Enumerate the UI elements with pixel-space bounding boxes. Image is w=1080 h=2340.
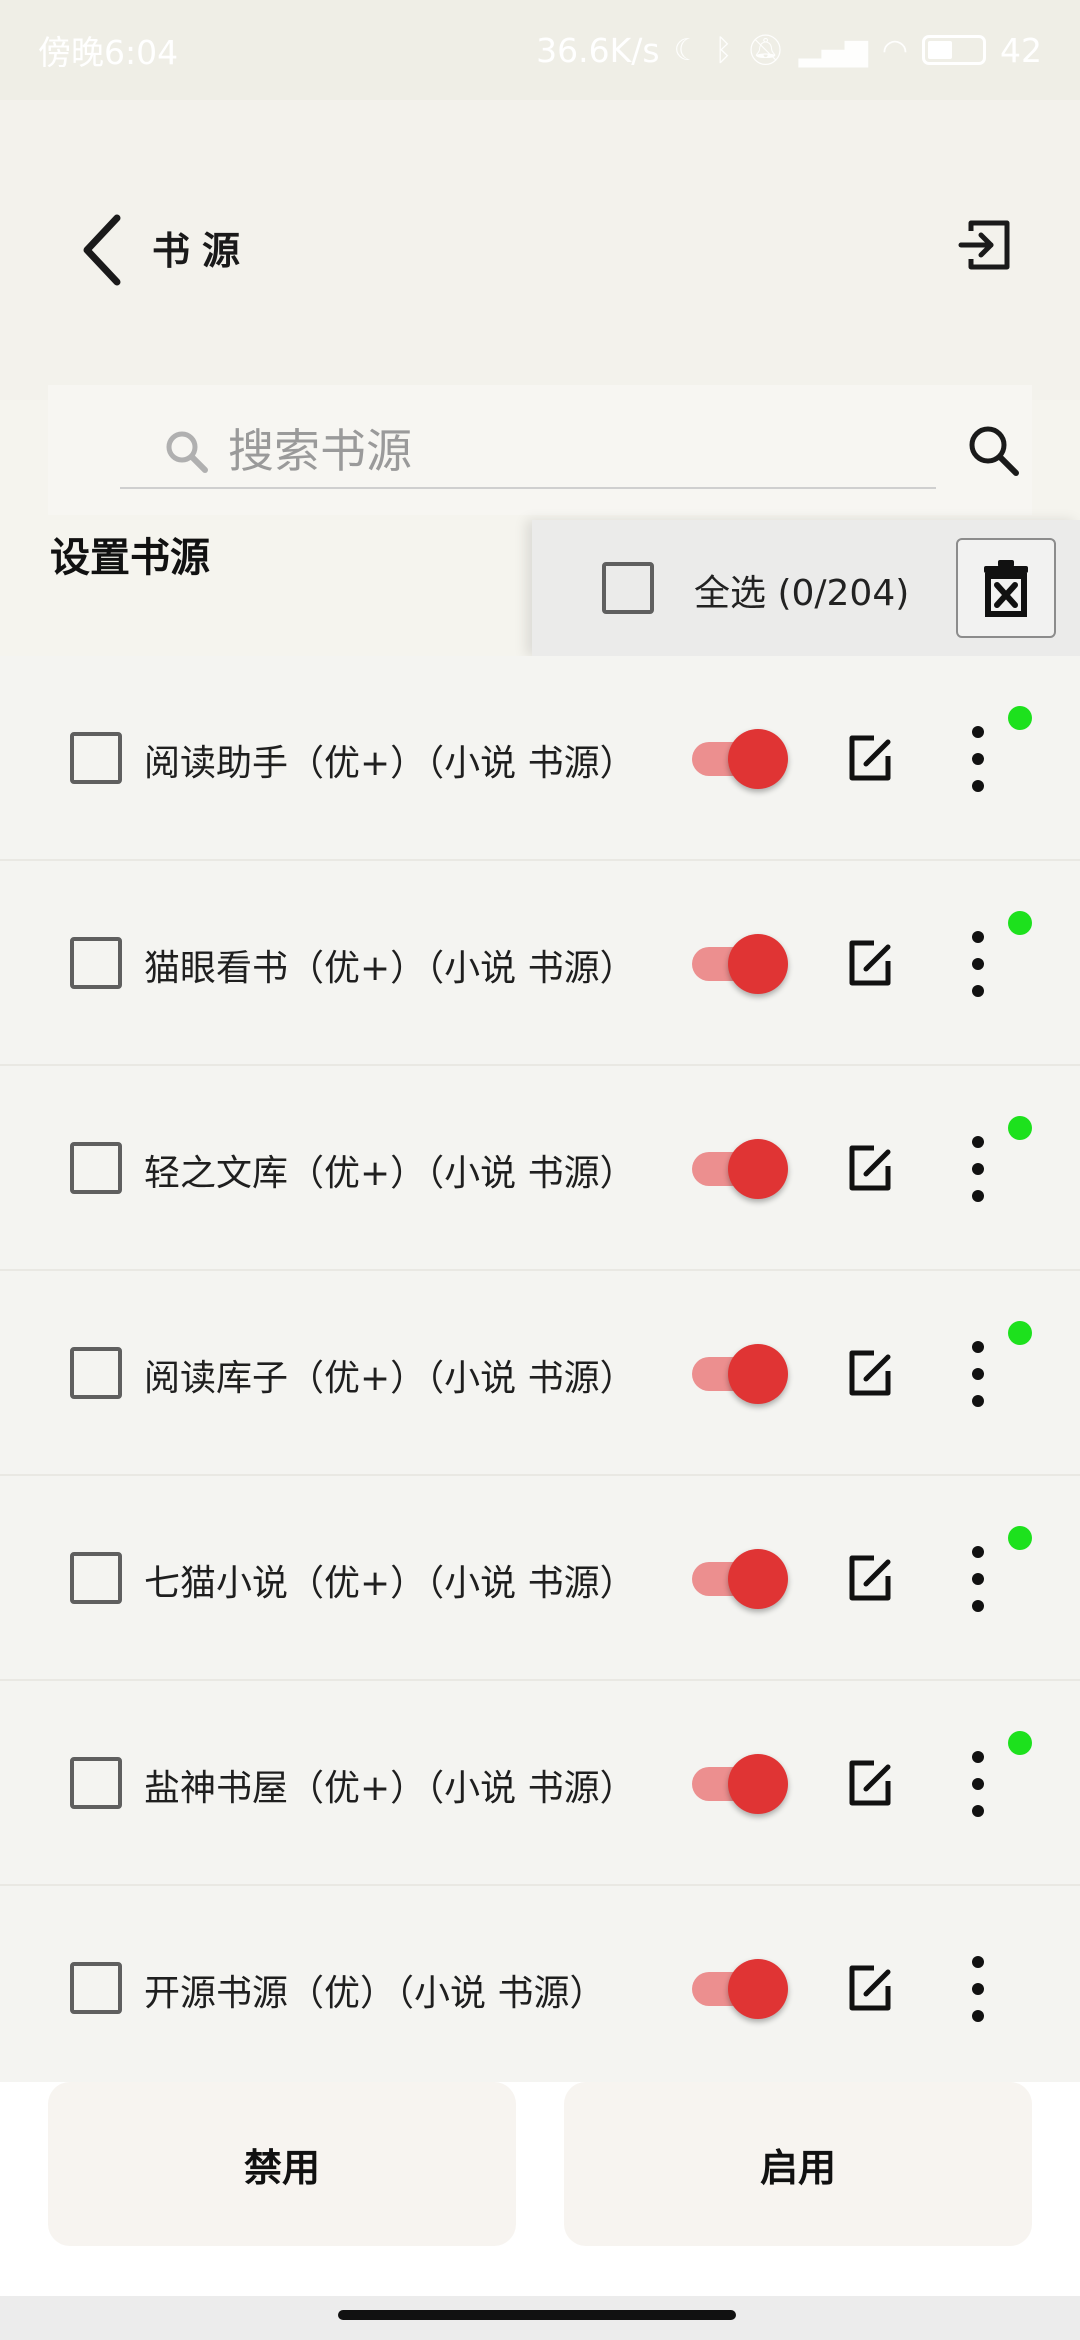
bluetooth-icon: ᛒ [714, 32, 733, 68]
list-item[interactable]: 开源书源（优）（小说 书源） [0, 1886, 1080, 2091]
more-menu-button[interactable] [960, 1546, 996, 1612]
import-icon [958, 220, 1010, 270]
status-dot [1008, 911, 1032, 935]
search-icon [969, 426, 1019, 476]
delete-selection-icon [984, 560, 1028, 617]
status-bar: 傍晚6:04 36.6K/s ☾ ᛒ 🔕︎ ▂▄▆ ◠ 42 [0, 0, 1080, 100]
edit-button[interactable] [840, 1343, 900, 1403]
edit-button[interactable] [840, 1548, 900, 1608]
edit-button[interactable] [840, 1138, 900, 1198]
status-dot [1008, 1526, 1032, 1550]
source-checkbox[interactable] [70, 1552, 122, 1604]
status-time: 傍晚6:04 [38, 33, 179, 72]
edit-button[interactable] [840, 933, 900, 993]
enable-toggle[interactable] [692, 728, 788, 789]
more-icon [972, 1751, 984, 1763]
source-checkbox[interactable] [70, 1347, 122, 1399]
mute-bell-icon: 🔕︎ [746, 32, 785, 68]
more-menu-button[interactable] [960, 1341, 996, 1407]
enable-toggle[interactable] [692, 1343, 788, 1404]
list-item[interactable]: 轻之文库（优+）（小说 书源） [0, 1066, 1080, 1271]
source-list: 阅读助手（优+）（小说 书源） 猫眼看书（优+）（小说 书源） 轻之文库（优+）… [0, 656, 1080, 2091]
edit-button[interactable] [840, 1753, 900, 1813]
more-menu-button[interactable] [960, 931, 996, 997]
source-checkbox[interactable] [70, 937, 122, 989]
source-checkbox[interactable] [70, 1757, 122, 1809]
battery-icon [922, 35, 986, 65]
enable-toggle[interactable] [692, 1138, 788, 1199]
wifi-icon: ◠ [881, 32, 908, 68]
edit-icon [849, 1145, 891, 1191]
more-icon [972, 1341, 984, 1353]
more-menu-button[interactable] [960, 1956, 996, 2022]
more-icon [972, 931, 984, 943]
delete-selection-button[interactable] [956, 538, 1056, 638]
edit-icon [849, 1965, 891, 2011]
search-field[interactable] [120, 415, 936, 489]
status-dot [1008, 706, 1032, 730]
edit-icon [849, 1555, 891, 1601]
status-dot [1008, 1116, 1032, 1140]
enable-toggle[interactable] [692, 1958, 788, 2019]
moon-icon: ☾ [673, 32, 701, 68]
list-item[interactable]: 盐神书屋（优+）（小说 书源） [0, 1681, 1080, 1886]
edit-icon [849, 735, 891, 781]
source-name: 猫眼看书（优+）（小说 书源） [144, 948, 636, 989]
more-menu-button[interactable] [960, 1136, 996, 1202]
edit-button[interactable] [840, 1958, 900, 2018]
more-icon [972, 1956, 984, 1968]
edit-icon [849, 940, 891, 986]
chevron-left-icon [83, 214, 121, 286]
source-name: 七猫小说（优+）（小说 书源） [144, 1563, 636, 1604]
enable-button[interactable]: 启用 [564, 2082, 1032, 2246]
status-icons: 36.6K/s ☾ ᛒ 🔕︎ ▂▄▆ ◠ 42 [536, 31, 1042, 70]
more-menu-button[interactable] [960, 1751, 996, 1817]
page-title: 书源 [152, 229, 253, 273]
list-item[interactable]: 阅读助手（优+）（小说 书源） [0, 656, 1080, 861]
source-checkbox[interactable] [70, 1962, 122, 2014]
battery-percent: 42 [1000, 30, 1042, 70]
back-button[interactable] [62, 200, 142, 300]
enable-toggle[interactable] [692, 1548, 788, 1609]
source-name: 阅读库子（优+）（小说 书源） [144, 1358, 636, 1399]
signal-icon: ▂▄▆ [798, 32, 868, 68]
search-input[interactable] [228, 424, 868, 478]
edit-icon [849, 1760, 891, 1806]
source-name: 盐神书屋（优+）（小说 书源） [144, 1768, 636, 1809]
select-all-checkbox[interactable] [602, 562, 654, 614]
app-header: 书源 [0, 100, 1080, 400]
search-icon [156, 427, 216, 475]
source-name: 阅读助手（优+）（小说 书源） [144, 743, 636, 784]
net-speed: 36.6K/s [536, 30, 660, 70]
list-item[interactable]: 猫眼看书（优+）（小说 书源） [0, 861, 1080, 1066]
list-item[interactable]: 七猫小说（优+）（小说 书源） [0, 1476, 1080, 1681]
edit-icon [849, 1350, 891, 1396]
gesture-handle[interactable] [338, 2310, 736, 2320]
edit-button[interactable] [840, 728, 900, 788]
search-button[interactable] [958, 415, 1028, 485]
more-icon [972, 1546, 984, 1558]
more-icon [972, 1136, 984, 1148]
select-all-label[interactable]: 全选 (0/204) [694, 564, 909, 616]
selection-bar: 全选 (0/204) [532, 520, 1080, 656]
group-label: 设置书源 [50, 535, 210, 581]
source-checkbox[interactable] [70, 732, 122, 784]
disable-button[interactable]: 禁用 [48, 2082, 516, 2246]
status-dot [1008, 1731, 1032, 1755]
source-name: 开源书源（优）（小说 书源） [144, 1973, 606, 2014]
more-icon [972, 726, 984, 738]
enable-toggle[interactable] [692, 1753, 788, 1814]
import-button[interactable] [950, 210, 1020, 280]
source-checkbox[interactable] [70, 1142, 122, 1194]
list-item[interactable]: 阅读库子（优+）（小说 书源） [0, 1271, 1080, 1476]
search-bar [48, 385, 1032, 515]
source-name: 轻之文库（优+）（小说 书源） [144, 1153, 636, 1194]
enable-toggle[interactable] [692, 933, 788, 994]
more-menu-button[interactable] [960, 726, 996, 792]
status-dot [1008, 1321, 1032, 1345]
